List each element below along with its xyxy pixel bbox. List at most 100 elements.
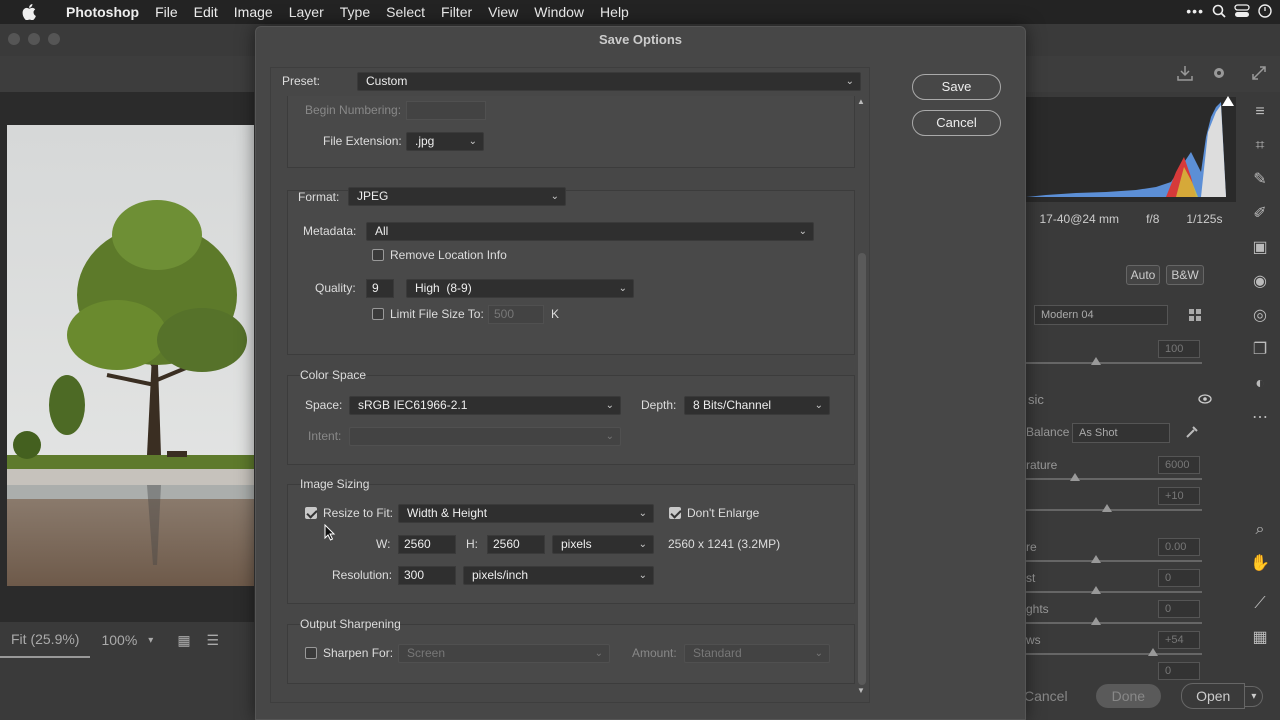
healing-icon[interactable]: ✎	[1250, 170, 1270, 190]
exposure-slider-knob[interactable]	[1091, 555, 1101, 563]
tint-slider[interactable]	[1026, 509, 1202, 511]
edit-sliders-icon[interactable]: ≡	[1250, 102, 1270, 122]
close-window-icon[interactable]	[8, 33, 20, 45]
photo-preview[interactable]	[7, 125, 254, 586]
highlights-slider-knob[interactable]	[1091, 617, 1101, 625]
contrast-slider-knob[interactable]	[1091, 586, 1101, 594]
shadows-field[interactable]: +54	[1158, 631, 1200, 649]
menu-filter[interactable]: Filter	[433, 4, 480, 20]
amount-slider[interactable]	[1026, 362, 1202, 364]
open-options-chevron-icon[interactable]: ▾	[1245, 685, 1264, 707]
profile-browser-icon[interactable]	[1188, 308, 1202, 322]
exposure-field[interactable]: 0.00	[1158, 538, 1200, 556]
menu-file[interactable]: File	[147, 4, 186, 20]
cancel-button[interactable]: Cancel	[912, 110, 1001, 136]
grid-icon[interactable]: ▦	[1250, 628, 1270, 648]
menu-type[interactable]: Type	[332, 4, 378, 20]
menu-view[interactable]: View	[480, 4, 526, 20]
gradient-icon[interactable]: ▣	[1250, 238, 1270, 258]
profile-select[interactable]: Modern 04	[1034, 305, 1168, 325]
sharpen-for-checkbox[interactable]	[305, 647, 317, 659]
menu-select[interactable]: Select	[378, 4, 433, 20]
crop-icon[interactable]: ⌗	[1250, 136, 1270, 156]
compare-icon[interactable]: ▦	[177, 632, 190, 649]
camera-raw-cancel-button[interactable]: Cancel	[1024, 688, 1068, 704]
zoom-icon[interactable]: ⌕	[1250, 520, 1270, 540]
limit-file-size-label[interactable]: Limit File Size To:	[390, 307, 484, 321]
scrollbar-thumb[interactable]	[858, 253, 866, 685]
list-icon[interactable]: ☰	[207, 632, 220, 649]
sharpen-for-label[interactable]: Sharpen For:	[323, 646, 393, 660]
scroll-down-icon[interactable]: ▼	[857, 686, 865, 695]
gear-icon[interactable]	[1210, 64, 1228, 82]
done-button[interactable]: Done	[1095, 684, 1162, 708]
bw-button[interactable]: B&W	[1166, 265, 1204, 285]
size-unit-select[interactable]: pixels ⌄	[552, 535, 654, 554]
resize-to-fit-checkbox[interactable]	[305, 507, 317, 519]
snapshots-icon[interactable]: ❐	[1250, 340, 1270, 360]
limit-file-size-input[interactable]: 500	[488, 305, 544, 324]
menu-photoshop[interactable]: Photoshop	[58, 4, 147, 20]
redeye-icon[interactable]: ◎	[1250, 306, 1270, 326]
presets-icon[interactable]: ◐	[1250, 374, 1270, 394]
temperature-field[interactable]: 6000	[1158, 456, 1200, 474]
hand-icon[interactable]: ✋	[1250, 554, 1270, 574]
eye-icon[interactable]	[1198, 394, 1212, 404]
zoom-window-icon[interactable]	[48, 33, 60, 45]
amount-field[interactable]: 100	[1158, 340, 1200, 358]
quality-input[interactable]: 9	[366, 279, 394, 298]
clock-icon[interactable]	[1258, 4, 1272, 18]
contrast-field[interactable]: 0	[1158, 569, 1200, 587]
chevron-down-icon[interactable]: ▾	[148, 635, 153, 646]
basic-section-label[interactable]: sic	[1028, 392, 1044, 407]
quality-preset-select[interactable]: High (8-9) ⌄	[406, 279, 634, 298]
menu-window[interactable]: Window	[526, 4, 592, 20]
radial-icon[interactable]: ◉	[1250, 272, 1270, 292]
resize-to-fit-select[interactable]: Width & Height ⌄	[398, 504, 654, 523]
white-balance-select[interactable]: As Shot	[1072, 423, 1170, 443]
amount-select[interactable]: Standard ⌄	[684, 644, 830, 663]
resolution-unit-select[interactable]: pixels/inch ⌄	[463, 566, 654, 585]
limit-file-size-checkbox[interactable]	[372, 308, 384, 320]
format-select[interactable]: JPEG ⌄	[348, 187, 566, 206]
control-center-icon[interactable]	[1234, 4, 1250, 18]
apple-icon[interactable]	[0, 4, 58, 20]
depth-select[interactable]: 8 Bits/Channel ⌄	[684, 396, 830, 415]
space-select[interactable]: sRGB IEC61966-2.1 ⌄	[349, 396, 621, 415]
shadows-slider[interactable]	[1026, 653, 1202, 655]
remove-location-checkbox[interactable]	[372, 249, 384, 261]
exposure-slider[interactable]	[1026, 560, 1202, 562]
menu-image[interactable]: Image	[226, 4, 281, 20]
highlights-slider[interactable]	[1026, 622, 1202, 624]
search-icon[interactable]	[1212, 4, 1226, 18]
save-button[interactable]: Save	[912, 74, 1001, 100]
file-extension-select[interactable]: .jpg ⌄	[406, 132, 484, 151]
eyedropper-icon[interactable]	[1184, 424, 1200, 440]
more-tools-icon[interactable]: ⋯	[1250, 408, 1270, 428]
preset-select[interactable]: Custom ⌄	[357, 72, 861, 91]
intent-select[interactable]: ⌄	[349, 427, 621, 446]
color-sampler-icon[interactable]: ⟋	[1250, 594, 1270, 614]
brush-icon[interactable]: ✐	[1250, 204, 1270, 224]
shadows-slider-knob[interactable]	[1148, 648, 1158, 656]
height-input[interactable]: 2560	[487, 535, 545, 554]
begin-numbering-input[interactable]	[406, 101, 486, 120]
dont-enlarge-label[interactable]: Don't Enlarge	[687, 506, 759, 520]
amount-slider-knob[interactable]	[1091, 357, 1101, 365]
contrast-slider[interactable]	[1026, 591, 1202, 593]
temperature-slider-knob[interactable]	[1070, 473, 1080, 481]
minimize-window-icon[interactable]	[28, 33, 40, 45]
tint-slider-knob[interactable]	[1102, 504, 1112, 512]
options-scroll-area[interactable]: Begin Numbering: File Extension: .jpg ⌄ …	[271, 96, 856, 702]
metadata-select[interactable]: All ⌄	[366, 222, 814, 241]
fullscreen-icon[interactable]	[1250, 64, 1268, 82]
temperature-slider[interactable]	[1026, 478, 1202, 480]
menu-edit[interactable]: Edit	[186, 4, 226, 20]
width-input[interactable]: 2560	[398, 535, 456, 554]
remove-location-label[interactable]: Remove Location Info	[390, 248, 507, 262]
scroll-up-icon[interactable]: ▲	[857, 97, 865, 106]
highlights-field[interactable]: 0	[1158, 600, 1200, 618]
download-icon[interactable]	[1176, 64, 1194, 82]
menu-layer[interactable]: Layer	[281, 4, 332, 20]
resolution-input[interactable]: 300	[398, 566, 456, 585]
